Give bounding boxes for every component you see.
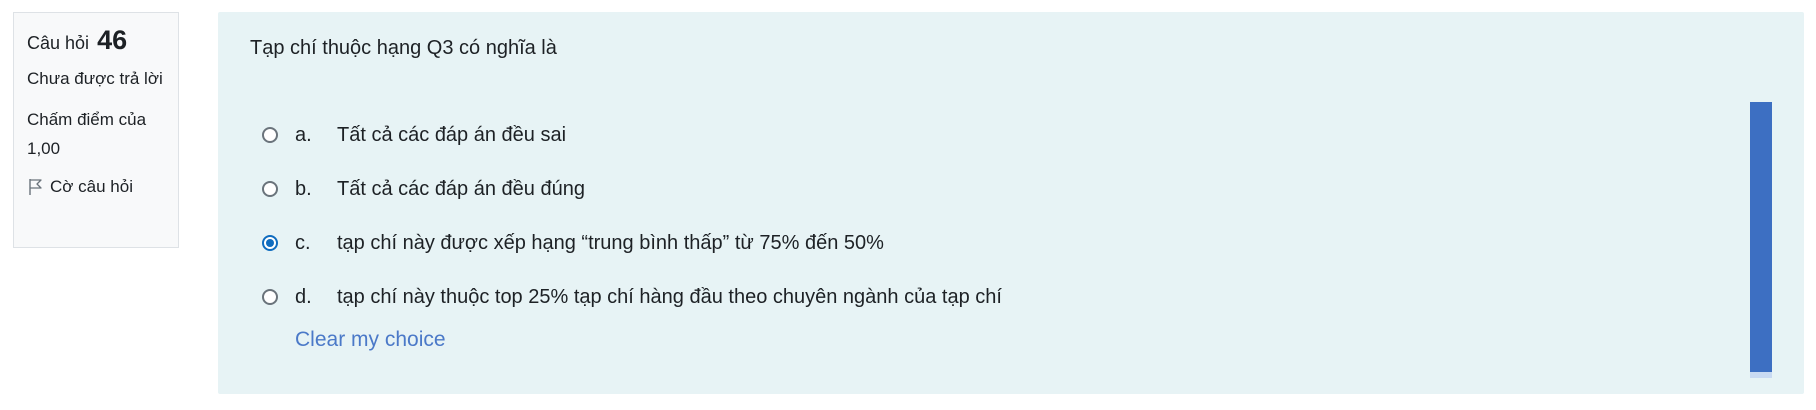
answer-a-radio[interactable] <box>262 127 278 143</box>
answer-option-a[interactable]: a. Tất cả các đáp án đều sai <box>262 108 1742 162</box>
answer-list: a. Tất cả các đáp án đều sai b. Tất cả c… <box>262 108 1742 324</box>
answer-d-letter: d. <box>295 285 312 308</box>
flag-icon <box>27 178 43 196</box>
answer-option-d[interactable]: d. tạp chí này thuộc top 25% tạp chí hàn… <box>262 270 1742 324</box>
question-info-panel: Câu hỏi 46 Chưa được trả lời Chấm điểm c… <box>13 12 179 248</box>
clear-choice-link[interactable]: Clear my choice <box>295 328 446 352</box>
question-text: Tạp chí thuộc hạng Q3 có nghĩa là <box>250 37 557 59</box>
answer-option-c[interactable]: c. tạp chí này được xếp hạng “trung bình… <box>262 216 1742 270</box>
answer-a-letter: a. <box>295 123 312 146</box>
scrollbar-thumb[interactable] <box>1750 102 1772 372</box>
scrollbar-track-end <box>1750 372 1772 378</box>
answer-b-text: Tất cả các đáp án đều đúng <box>337 177 585 200</box>
question-grade: Chấm điểm của 1,00 <box>27 110 147 158</box>
answer-b-letter: b. <box>295 177 312 200</box>
answer-c-text: tạp chí này được xếp hạng “trung bình th… <box>337 231 884 254</box>
answer-b-radio[interactable] <box>262 181 278 197</box>
answer-option-b[interactable]: b. Tất cả các đáp án đều đúng <box>262 162 1742 216</box>
question-state: Chưa được trả lời <box>27 69 163 88</box>
flag-question-label: Cờ câu hỏi <box>50 177 133 196</box>
question-content: Tạp chí thuộc hạng Q3 có nghĩa là a. Tất… <box>218 12 1804 394</box>
question-number: 46 <box>97 25 128 55</box>
answer-a-text: Tất cả các đáp án đều sai <box>337 123 567 146</box>
answer-d-radio[interactable] <box>262 289 278 305</box>
question-number-label: Câu hỏi <box>27 33 90 53</box>
answer-c-radio[interactable] <box>262 235 278 251</box>
answer-d-text: tạp chí này thuộc top 25% tạp chí hàng đ… <box>337 285 1002 308</box>
answer-c-letter: c. <box>295 231 311 254</box>
flag-question-button[interactable]: Cờ câu hỏi <box>27 175 165 199</box>
question-number-row: Câu hỏi 46 <box>27 25 165 58</box>
